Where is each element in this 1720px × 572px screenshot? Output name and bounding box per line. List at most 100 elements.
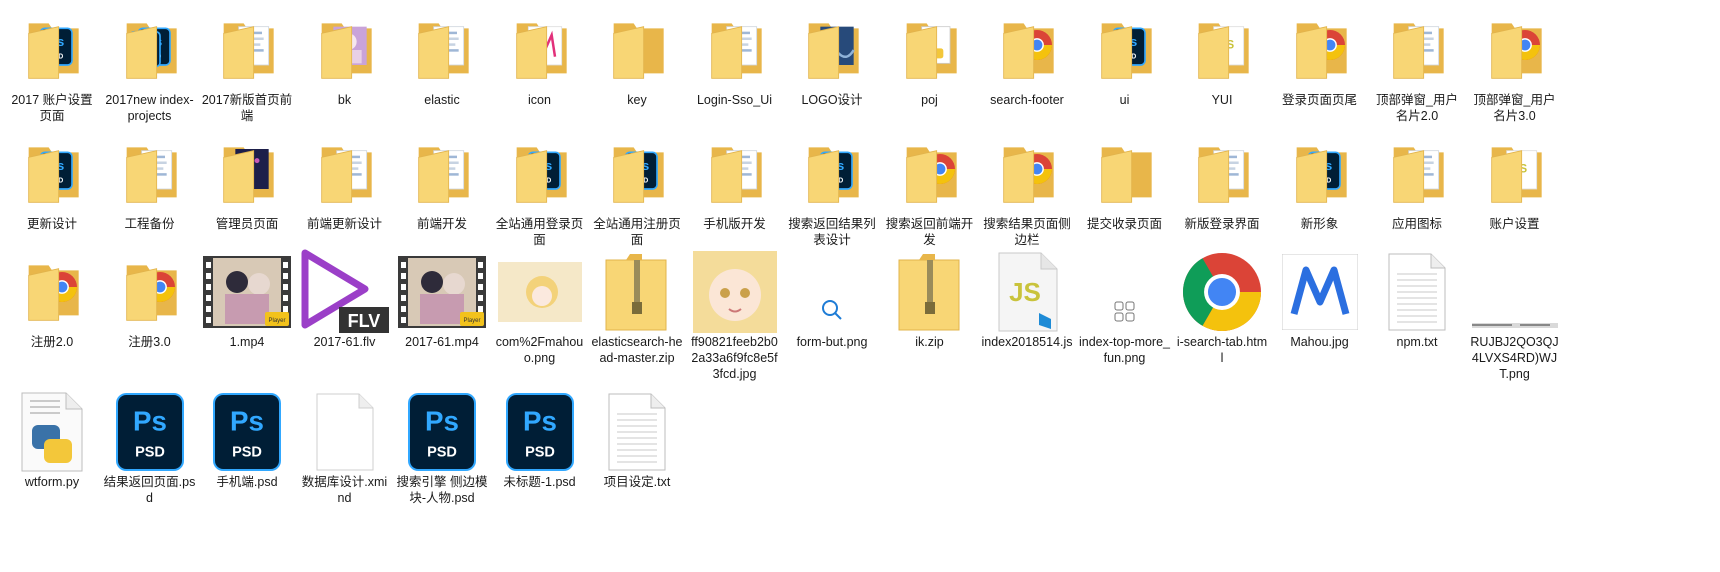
text-file-icon xyxy=(589,392,685,472)
item-label: key xyxy=(627,93,647,107)
folder-item[interactable]: key xyxy=(589,10,685,108)
item-label: 更新设计 xyxy=(26,217,77,231)
folder-item[interactable]: Ps PSD 全站通用注册页面 xyxy=(589,134,685,248)
file-item[interactable]: com%2Fmahouo.png xyxy=(492,252,588,366)
item-label: elasticsearch-head-master.zip xyxy=(591,335,683,365)
folder-icon: Ps PSD xyxy=(589,134,685,214)
item-label: 2017新版首页前端 xyxy=(201,93,293,123)
folder-item[interactable]: Ps PSD 搜索返回结果列表设计 xyxy=(784,134,880,248)
file-item[interactable]: ik.zip xyxy=(882,252,978,350)
folder-item[interactable]: 顶部弹窗_用户名片2.0 xyxy=(1369,10,1465,124)
folder-item[interactable]: 前端开发 xyxy=(394,134,490,232)
svg-text:PSD: PSD xyxy=(232,444,262,460)
item-label: Mahou.jpg xyxy=(1290,335,1349,349)
folder-item[interactable]: 搜索返回前端开发 xyxy=(882,134,978,248)
folder-item[interactable]: 应用图标 xyxy=(1369,134,1465,232)
item-label: form-but.png xyxy=(796,335,868,349)
file-item[interactable]: elasticsearch-head-master.zip xyxy=(589,252,685,366)
svg-text:PSD: PSD xyxy=(135,444,165,460)
svg-text:Player: Player xyxy=(463,318,480,324)
svg-text:PSD: PSD xyxy=(525,444,555,460)
image-thumbnail-icon xyxy=(1467,252,1563,332)
svg-text:Ps: Ps xyxy=(133,405,167,436)
folder-item[interactable]: 登录页面页尾 xyxy=(1272,10,1368,108)
item-label: 注册2.0 xyxy=(30,335,74,349)
folder-item[interactable]: Ps PSD ui xyxy=(1077,10,1173,108)
file-item[interactable]: JS index2018514.js xyxy=(979,252,1075,350)
item-label: 2017-61.mp4 xyxy=(405,335,479,349)
chrome-icon xyxy=(1174,252,1270,332)
folder-item[interactable]: 提交收录页面 xyxy=(1077,134,1173,232)
file-item[interactable]: i-search-tab.html xyxy=(1174,252,1270,366)
file-item[interactable]: Player 2017-61.mp4 xyxy=(394,252,490,350)
item-label: icon xyxy=(528,93,551,107)
folder-item[interactable]: JS 账户设置 xyxy=(1467,134,1563,232)
image-thumbnail-icon xyxy=(687,251,783,333)
folder-item[interactable]: Ps PSD 更新设计 xyxy=(4,134,100,232)
item-label: 管理员页面 xyxy=(215,217,279,231)
folder-icon xyxy=(4,252,100,332)
image-thumbnail-icon xyxy=(492,252,588,332)
folder-item[interactable]: Ps PSD Ps PSD 2017new index-projects xyxy=(102,10,198,124)
file-item[interactable]: 数据库设计.xmind xyxy=(297,392,393,506)
file-item[interactable]: FLV 2017-61.flv xyxy=(297,249,393,350)
folder-icon xyxy=(687,134,783,214)
svg-text:Player: Player xyxy=(268,318,285,324)
folder-item[interactable]: LOGO设计 xyxy=(784,10,880,108)
file-item[interactable]: index-top-more_fun.png xyxy=(1077,252,1173,366)
folder-item[interactable]: 新版登录界面 xyxy=(1174,134,1270,232)
folder-item[interactable]: Ps PSD 新形象 xyxy=(1272,134,1368,232)
item-label: 项目设定.txt xyxy=(603,475,671,489)
grid-icon xyxy=(1077,252,1173,332)
zip-archive-icon xyxy=(589,252,685,332)
item-label: 应用图标 xyxy=(1391,217,1442,231)
folder-icon: Ps PSD xyxy=(1272,134,1368,214)
item-label: poj xyxy=(921,93,938,107)
folder-item[interactable]: Ps PSD 2017 账户设置页面 xyxy=(4,10,100,124)
item-label: i-search-tab.html xyxy=(1176,335,1268,365)
folder-item[interactable]: Login-Sso_Ui xyxy=(687,10,783,108)
folder-item[interactable]: 管理员页面 xyxy=(199,134,295,232)
flv-file-icon: FLV xyxy=(297,249,393,333)
item-label: 搜索引擎 侧边模块-人物.psd xyxy=(396,475,488,505)
item-label: RUJBJ2QO3QJ4LVXS4RD)WJT.png xyxy=(1470,335,1559,381)
file-item[interactable]: Ps PSD 结果返回页面.psd xyxy=(102,392,198,506)
file-item[interactable]: RUJBJ2QO3QJ4LVXS4RD)WJT.png xyxy=(1467,252,1563,382)
item-label: 搜索返回结果列表设计 xyxy=(788,217,876,247)
folder-item[interactable]: poj xyxy=(882,10,978,108)
folder-item[interactable]: JS YUI xyxy=(1174,10,1270,108)
folder-item[interactable]: 前端更新设计 xyxy=(297,134,393,232)
file-item[interactable]: Ps PSD 搜索引擎 侧边模块-人物.psd xyxy=(394,392,490,506)
svg-text:FLV: FLV xyxy=(347,311,380,331)
folder-item[interactable]: 注册3.0 xyxy=(102,252,198,350)
file-item[interactable]: form-but.png xyxy=(784,252,880,350)
folder-item[interactable]: search-footer xyxy=(979,10,1075,108)
file-item[interactable]: wtform.py xyxy=(4,392,100,490)
folder-item[interactable]: 搜索结果页面侧边栏 xyxy=(979,134,1075,248)
folder-item[interactable]: 工程备份 xyxy=(102,134,198,232)
file-item[interactable]: ff90821feeb2b02a33a6f9fc8e5f3fcd.jpg xyxy=(687,251,783,382)
folder-item[interactable]: 顶部弹窗_用户名片3.0 xyxy=(1467,10,1563,124)
file-item[interactable]: Player 1.mp4 xyxy=(199,252,295,350)
folder-item[interactable]: 注册2.0 xyxy=(4,252,100,350)
file-item[interactable]: npm.txt xyxy=(1369,252,1465,350)
item-label: 搜索结果页面侧边栏 xyxy=(983,217,1071,247)
zip-archive-icon xyxy=(882,252,978,332)
file-item[interactable]: Mahou.jpg xyxy=(1272,252,1368,350)
folder-icon xyxy=(1369,134,1465,214)
file-item[interactable]: Ps PSD 未标题-1.psd xyxy=(492,392,588,490)
file-item[interactable]: 项目设定.txt xyxy=(589,392,685,490)
folder-item[interactable]: elastic xyxy=(394,10,490,108)
item-label: 提交收录页面 xyxy=(1086,217,1162,231)
file-item[interactable]: Ps PSD 手机端.psd xyxy=(199,392,295,490)
folder-item[interactable]: 手机版开发 xyxy=(687,134,783,232)
item-label: npm.txt xyxy=(1396,335,1438,349)
video-file-icon: Player xyxy=(394,252,490,332)
folder-item[interactable]: Ps PSD 全站通用登录页面 xyxy=(492,134,588,248)
item-label: 前端开发 xyxy=(416,217,467,231)
item-label: 2017 账户设置页面 xyxy=(11,93,93,123)
folder-item[interactable]: 2017新版首页前端 xyxy=(199,10,295,124)
file-explorer-view: Ps PSD 2017 账户设置页面 Ps PSD Ps PSD 2017new… xyxy=(0,0,1720,572)
folder-item[interactable]: bk xyxy=(297,10,393,108)
folder-item[interactable]: icon xyxy=(492,10,588,108)
